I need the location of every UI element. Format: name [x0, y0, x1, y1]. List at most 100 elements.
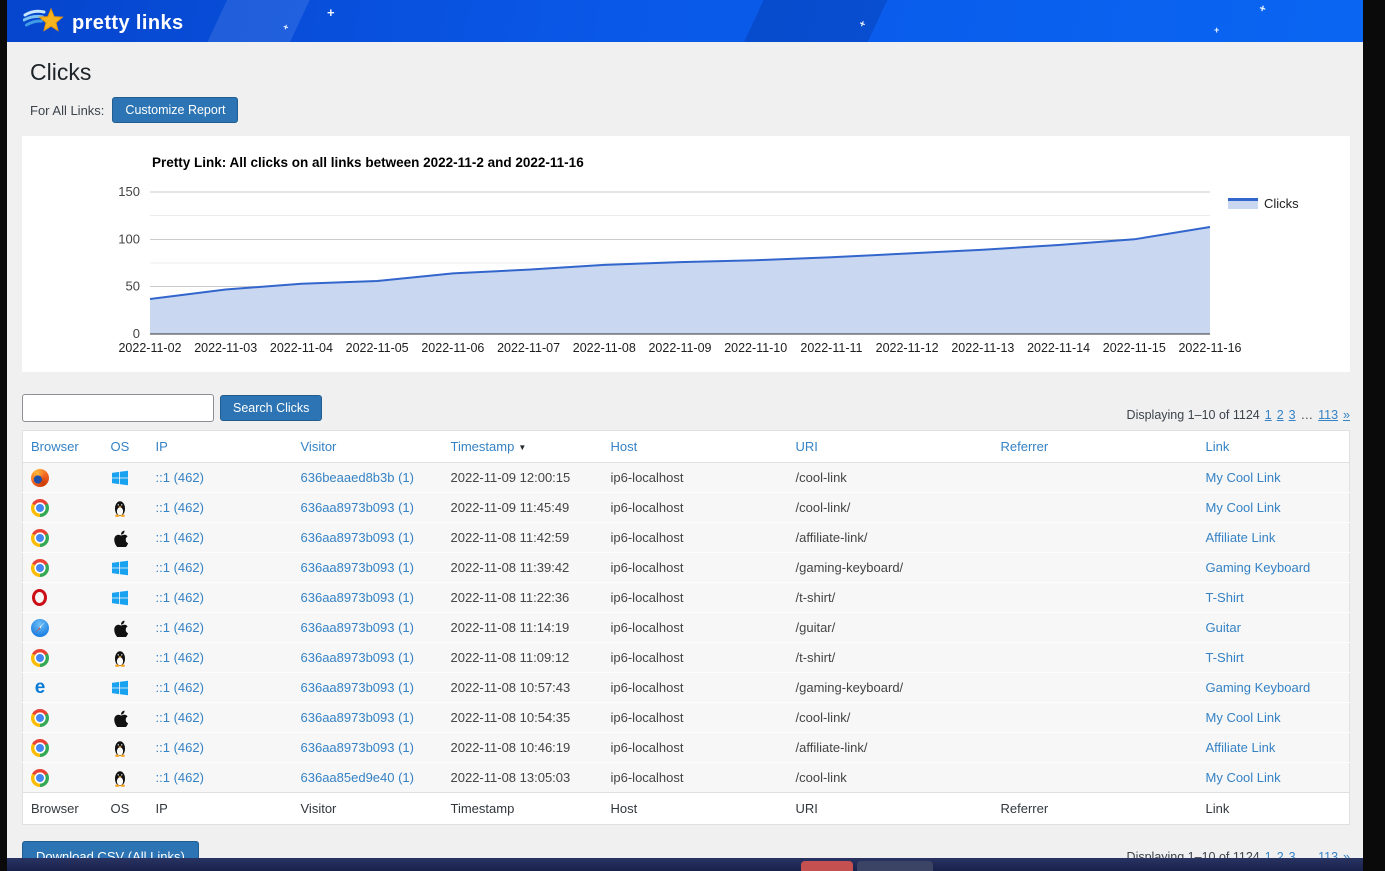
column-header-host[interactable]: Host	[603, 431, 788, 463]
uri-cell: /gaming-keyboard/	[788, 673, 993, 703]
os-cell	[103, 673, 148, 703]
visitor-cell: 636beaaed8b3b (1)	[293, 463, 443, 493]
visitor-link[interactable]: 636aa8973b093 (1)	[301, 650, 415, 665]
column-header-link[interactable]: Link	[1198, 431, 1350, 463]
pretty-link-name-link[interactable]: T-Shirt	[1206, 590, 1244, 605]
svg-text:2022-11-11: 2022-11-11	[800, 341, 862, 355]
windows-os-icon	[111, 469, 129, 487]
sparkle-decoration: +	[327, 6, 335, 19]
column-header-uri[interactable]: URI	[788, 431, 993, 463]
host-cell: ip6-localhost	[603, 463, 788, 493]
search-input[interactable]	[22, 394, 214, 422]
link-cell: My Cool Link	[1198, 463, 1350, 493]
search-clicks-button[interactable]: Search Clicks	[220, 395, 322, 421]
visitor-link[interactable]: 636aa8973b093 (1)	[301, 620, 415, 635]
page-link-113[interactable]: 113	[1318, 408, 1338, 422]
pretty-link-name-link[interactable]: Gaming Keyboard	[1206, 680, 1311, 695]
os-cell	[103, 553, 148, 583]
referrer-cell	[993, 493, 1198, 523]
host-cell: ip6-localhost	[603, 523, 788, 553]
background-dialog-gray-button	[857, 861, 933, 871]
safari-browser-icon	[31, 619, 49, 637]
ip-link[interactable]: ::1 (462)	[156, 650, 204, 665]
column-header-browser[interactable]: Browser	[23, 431, 103, 463]
visitor-link[interactable]: 636aa8973b093 (1)	[301, 590, 415, 605]
visitor-link[interactable]: 636aa8973b093 (1)	[301, 740, 415, 755]
column-footer-os: OS	[103, 793, 148, 825]
column-header-ip[interactable]: IP	[148, 431, 293, 463]
referrer-cell	[993, 673, 1198, 703]
visitor-link[interactable]: 636beaaed8b3b (1)	[301, 470, 415, 485]
page-link-3[interactable]: 3	[1289, 408, 1296, 422]
referrer-cell	[993, 703, 1198, 733]
visitor-cell: 636aa8973b093 (1)	[293, 583, 443, 613]
column-header-referrer[interactable]: Referrer	[993, 431, 1198, 463]
uri-cell: /cool-link	[788, 763, 993, 793]
visitor-link[interactable]: 636aa8973b093 (1)	[301, 710, 415, 725]
timestamp-cell: 2022-11-09 11:45:49	[443, 493, 603, 523]
customize-report-button[interactable]: Customize Report	[112, 97, 238, 123]
ip-link[interactable]: ::1 (462)	[156, 470, 204, 485]
svg-text:2022-11-09: 2022-11-09	[648, 341, 711, 355]
link-cell: T-Shirt	[1198, 583, 1350, 613]
pretty-link-name-link[interactable]: Affiliate Link	[1206, 740, 1276, 755]
table-header: BrowserOSIPVisitorTimestamp▼HostURIRefer…	[23, 431, 1350, 463]
ip-link[interactable]: ::1 (462)	[156, 770, 204, 785]
ip-link[interactable]: ::1 (462)	[156, 560, 204, 575]
clicks-table: BrowserOSIPVisitorTimestamp▼HostURIRefer…	[22, 430, 1350, 825]
ip-link[interactable]: ::1 (462)	[156, 710, 204, 725]
ip-link[interactable]: ::1 (462)	[156, 500, 204, 515]
visitor-link[interactable]: 636aa8973b093 (1)	[301, 500, 415, 515]
pretty-links-logo[interactable]: pretty links	[23, 6, 184, 40]
uri-cell: /cool-link	[788, 463, 993, 493]
ip-cell: ::1 (462)	[148, 763, 293, 793]
ip-link[interactable]: ::1 (462)	[156, 620, 204, 635]
ip-link[interactable]: ::1 (462)	[156, 530, 204, 545]
link-cell: Gaming Keyboard	[1198, 553, 1350, 583]
uri-cell: /cool-link/	[788, 493, 993, 523]
visitor-link[interactable]: 636aa8973b093 (1)	[301, 530, 415, 545]
table-row: ::1 (462)636aa8973b093 (1)2022-11-08 10:…	[23, 733, 1350, 763]
page-link-2[interactable]: 2	[1277, 408, 1284, 422]
host-cell: ip6-localhost	[603, 733, 788, 763]
table-footer: BrowserOSIPVisitorTimestampHostURIReferr…	[23, 793, 1350, 825]
ip-link[interactable]: ::1 (462)	[156, 680, 204, 695]
column-header-visitor[interactable]: Visitor	[293, 431, 443, 463]
pretty-link-name-link[interactable]: Guitar	[1206, 620, 1241, 635]
link-cell: My Cool Link	[1198, 763, 1350, 793]
svg-text:2022-11-07: 2022-11-07	[497, 341, 560, 355]
pretty-link-name-link[interactable]: Affiliate Link	[1206, 530, 1276, 545]
timestamp-cell: 2022-11-08 10:54:35	[443, 703, 603, 733]
svg-text:2022-11-06: 2022-11-06	[421, 341, 484, 355]
column-header-os[interactable]: OS	[103, 431, 148, 463]
pretty-link-name-link[interactable]: My Cool Link	[1206, 710, 1281, 725]
visitor-cell: 636aa85ed9e40 (1)	[293, 763, 443, 793]
edge-browser-icon: e	[31, 679, 49, 697]
svg-text:2022-11-14: 2022-11-14	[1027, 341, 1090, 355]
svg-text:0: 0	[133, 326, 140, 341]
clicks-chart-panel: 0501001502022-11-022022-11-032022-11-042…	[22, 136, 1350, 372]
visitor-link[interactable]: 636aa8973b093 (1)	[301, 680, 415, 695]
logo-text: pretty links	[72, 12, 184, 35]
page-link-1[interactable]: 1	[1265, 408, 1272, 422]
windows-os-icon	[111, 589, 129, 607]
pretty-link-name-link[interactable]: My Cool Link	[1206, 770, 1281, 785]
report-filter-row: For All Links: Customize Report	[22, 97, 1350, 123]
timestamp-cell: 2022-11-08 11:09:12	[443, 643, 603, 673]
visitor-link[interactable]: 636aa85ed9e40 (1)	[301, 770, 415, 785]
ip-link[interactable]: ::1 (462)	[156, 590, 204, 605]
host-cell: ip6-localhost	[603, 553, 788, 583]
visitor-link[interactable]: 636aa8973b093 (1)	[301, 560, 415, 575]
uri-cell: /t-shirt/	[788, 643, 993, 673]
pretty-link-name-link[interactable]: Gaming Keyboard	[1206, 560, 1311, 575]
visitor-cell: 636aa8973b093 (1)	[293, 733, 443, 763]
pretty-link-name-link[interactable]: My Cool Link	[1206, 500, 1281, 515]
timestamp-cell: 2022-11-08 11:22:36	[443, 583, 603, 613]
ip-link[interactable]: ::1 (462)	[156, 740, 204, 755]
pretty-link-name-link[interactable]: My Cool Link	[1206, 470, 1281, 485]
next-page-link[interactable]: »	[1343, 408, 1350, 422]
sparkle-decoration: +	[1258, 3, 1267, 15]
pretty-link-name-link[interactable]: T-Shirt	[1206, 650, 1244, 665]
svg-text:2022-11-04: 2022-11-04	[270, 341, 333, 355]
column-header-timestamp[interactable]: Timestamp▼	[443, 431, 603, 463]
